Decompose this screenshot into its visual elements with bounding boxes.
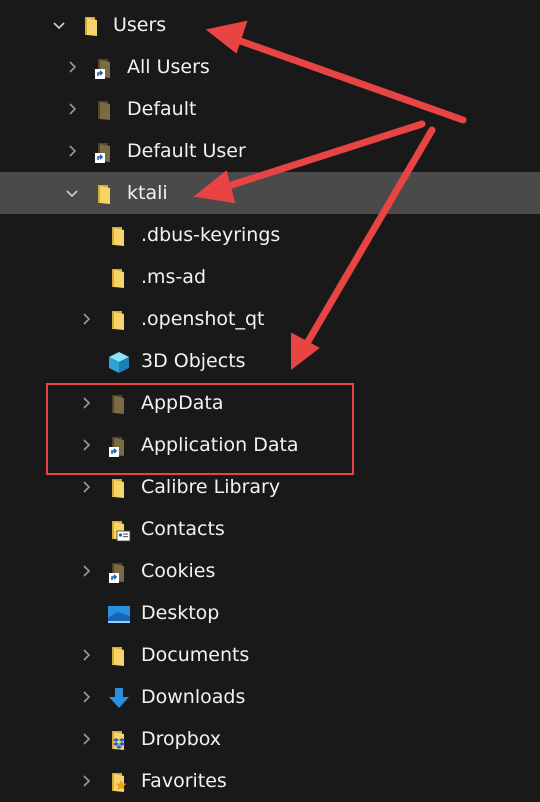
folder-dark-icon [107, 392, 131, 416]
tree-item-label: .dbus-keyrings [141, 224, 281, 246]
tree-item-label: Contacts [141, 518, 225, 540]
folder-icon [107, 476, 131, 500]
chevron-down-icon[interactable] [63, 183, 81, 203]
chevron-right-icon[interactable] [63, 57, 81, 77]
chevron-right-icon[interactable] [63, 99, 81, 119]
tree-item-downloads[interactable]: Downloads [0, 676, 540, 718]
folder-icon [107, 224, 131, 248]
chevron-right-icon[interactable] [77, 477, 95, 497]
folder-shortcut-icon [93, 56, 117, 80]
tree-item-label: Application Data [141, 434, 299, 456]
tree-item-label: Default [127, 98, 197, 120]
chevron-right-icon[interactable] [77, 687, 95, 707]
tree-item-label: Documents [141, 644, 250, 666]
folder-icon [93, 182, 117, 206]
chevron-right-icon[interactable] [77, 561, 95, 581]
tree-item-calibre-library[interactable]: Calibre Library [0, 466, 540, 508]
tree-item-appdata[interactable]: AppData [0, 382, 540, 424]
dropbox-icon [107, 728, 131, 752]
desktop-icon [107, 602, 131, 626]
tree-item-all-users[interactable]: All Users [0, 46, 540, 88]
tree-item-label: .ms-ad [141, 266, 207, 288]
chevron-right-icon[interactable] [77, 309, 95, 329]
tree-item-label: Default User [127, 140, 246, 162]
tree-item-label: .openshot_qt [141, 308, 265, 330]
tree-item-label: Cookies [141, 560, 216, 582]
tree-item-dropbox[interactable]: Dropbox [0, 718, 540, 760]
tree-item-label: Dropbox [141, 728, 222, 750]
tree-item-documents[interactable]: Documents [0, 634, 540, 676]
downloads-icon [107, 686, 131, 710]
tree-item-label: Favorites [141, 770, 227, 792]
tree-item-default[interactable]: Default [0, 88, 540, 130]
tree-item-openshot-qt[interactable]: .openshot_qt [0, 298, 540, 340]
chevron-down-icon[interactable] [50, 15, 68, 35]
tree-item-label: Downloads [141, 686, 246, 708]
chevron-right-icon[interactable] [77, 645, 95, 665]
tree-item-label: ktali [127, 182, 168, 204]
chevron-right-icon[interactable] [63, 141, 81, 161]
folder-icon [107, 644, 131, 668]
3d-objects-icon [107, 350, 131, 374]
chevron-right-icon[interactable] [77, 393, 95, 413]
favorites-icon [107, 770, 131, 794]
chevron-right-icon[interactable] [77, 435, 95, 455]
folder-shortcut-icon [107, 560, 131, 584]
tree-item-label: 3D Objects [141, 350, 246, 372]
tree-item-ms-ad[interactable]: .ms-ad [0, 256, 540, 298]
folder-icon [107, 266, 131, 290]
folder-shortcut-icon [93, 140, 117, 164]
folder-shortcut-icon [107, 434, 131, 458]
tree-item-dbus-keyrings[interactable]: .dbus-keyrings [0, 214, 540, 256]
tree-item-label: All Users [127, 56, 210, 78]
tree-item-ktali[interactable]: ktali [0, 172, 540, 214]
tree-item-label: AppData [141, 392, 224, 414]
tree-item-label: Users [113, 14, 167, 36]
tree-item-favorites[interactable]: Favorites [0, 760, 540, 802]
folder-icon [80, 14, 104, 38]
tree-item-3d-objects[interactable]: 3D Objects [0, 340, 540, 382]
tree-item-cookies[interactable]: Cookies [0, 550, 540, 592]
tree-item-users[interactable]: Users [0, 4, 540, 46]
tree-item-application-data[interactable]: Application Data [0, 424, 540, 466]
tree-item-desktop[interactable]: Desktop [0, 592, 540, 634]
folder-dark-icon [93, 98, 117, 122]
tree-item-default-user[interactable]: Default User [0, 130, 540, 172]
tree-item-label: Desktop [141, 602, 220, 624]
tree-item-contacts[interactable]: Contacts [0, 508, 540, 550]
folder-icon [107, 308, 131, 332]
chevron-right-icon[interactable] [77, 771, 95, 791]
chevron-right-icon[interactable] [77, 729, 95, 749]
contacts-icon [107, 518, 131, 542]
tree-item-label: Calibre Library [141, 476, 281, 498]
